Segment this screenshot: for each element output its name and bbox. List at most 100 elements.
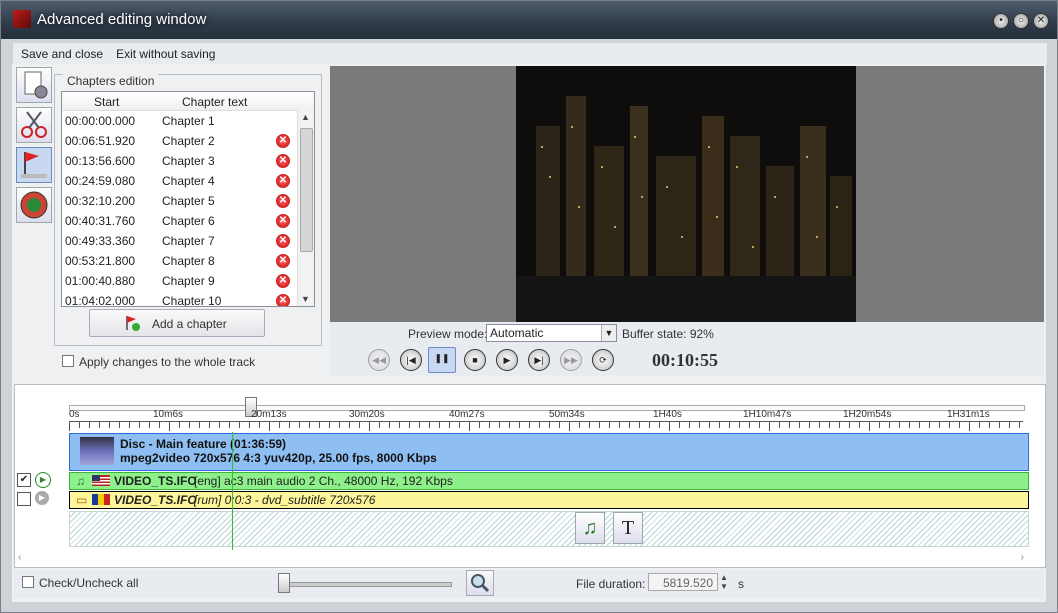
chapter-row[interactable]: 00:49:33.360 Chapter 7 ✕ [62, 231, 314, 251]
file-duration-input[interactable]: 5819.520 [648, 573, 718, 591]
audio-track[interactable]: ♫ VIDEO_TS.IFO [eng] ac3 main audio 2 Ch… [69, 472, 1029, 490]
checkbox-icon[interactable] [22, 576, 34, 588]
tick-mark [189, 422, 190, 428]
duration-spinner[interactable]: ▲ ▼ [720, 573, 730, 591]
scroll-up-icon[interactable]: ▲ [301, 112, 310, 122]
stop-button[interactable]: ■ [464, 349, 486, 371]
cut-tool-button[interactable] [16, 107, 52, 143]
file-duration-label: File duration: [576, 577, 646, 591]
add-subtitle-track-button[interactable]: T [613, 512, 643, 544]
menu-save-and-close[interactable]: Save and close [13, 43, 108, 61]
scrollbar-thumb[interactable] [300, 128, 313, 252]
tick-mark [529, 422, 530, 428]
delete-chapter-icon[interactable]: ✕ [276, 274, 290, 288]
minimize-button[interactable]: • [993, 13, 1009, 29]
tick-mark [269, 422, 270, 431]
tick-mark [669, 422, 670, 431]
tick-mark [909, 422, 910, 428]
timeline-panel: 0s 10m6s 20m13s 30m20s 40m27s 50m34s 1H4… [14, 384, 1046, 568]
check-uncheck-all[interactable]: Check/Uncheck all [22, 576, 138, 590]
tick-mark [579, 422, 580, 428]
tool-panel [14, 67, 54, 227]
tick-mark [979, 422, 980, 428]
zoom-button[interactable] [466, 570, 494, 596]
chapter-row[interactable]: 00:13:56.600 Chapter 3 ✕ [62, 151, 314, 171]
delete-chapter-icon[interactable]: ✕ [276, 294, 290, 306]
chapter-row[interactable]: 01:00:40.880 Chapter 9 ✕ [62, 271, 314, 291]
tick-mark [999, 422, 1000, 428]
column-header-chapter-text[interactable]: Chapter text [182, 95, 247, 109]
chapter-row[interactable]: 00:00:00.000 Chapter 1 [62, 111, 314, 131]
delete-chapter-icon[interactable]: ✕ [276, 194, 290, 208]
scroll-down-icon[interactable]: ▼ [301, 294, 310, 304]
delete-chapter-icon[interactable]: ✕ [276, 134, 290, 148]
zoom-slider-thumb[interactable] [278, 573, 290, 593]
delete-chapter-icon[interactable]: ✕ [276, 154, 290, 168]
tick-mark [819, 422, 820, 428]
audio-play-icon[interactable]: ▶ [35, 472, 51, 488]
tick-mark [599, 422, 600, 428]
chevron-down-icon[interactable]: ▼ [601, 325, 616, 341]
delete-chapter-icon[interactable]: ✕ [276, 234, 290, 248]
apply-whole-track-checkbox[interactable]: Apply changes to the whole track [62, 355, 255, 369]
tick-mark [389, 422, 390, 428]
delete-chapter-icon[interactable]: ✕ [276, 214, 290, 228]
video-track[interactable]: Disc - Main feature (01:36:59) mpeg2vide… [69, 433, 1029, 471]
tick-mark [899, 422, 900, 428]
tick-label: 1H31m1s [947, 409, 990, 420]
close-button[interactable]: ✕ [1033, 13, 1049, 29]
preview-mode-select[interactable]: Automatic ▼ [486, 324, 617, 342]
chapters-scrollbar[interactable]: ▲ ▼ [297, 110, 314, 306]
tick-mark [589, 422, 590, 428]
chapter-row[interactable]: 00:06:51.920 Chapter 2 ✕ [62, 131, 314, 151]
tick-mark [559, 422, 560, 428]
chapters-tool-button[interactable] [16, 147, 52, 183]
playback-controls: ◀◀ |◀ ❚❚ ■ ▶ ▶| ▶▶ ⟳ 00:10:55 [330, 344, 1044, 376]
zoom-slider[interactable] [286, 582, 452, 587]
column-header-start[interactable]: Start [94, 95, 119, 109]
maximize-button[interactable]: ○ [1013, 13, 1029, 29]
subtitle-track[interactable]: ▭ VIDEO_TS.IFO [rum] 0:0:3 - dvd_subtitl… [69, 491, 1029, 509]
tick-mark [179, 422, 180, 428]
play-button[interactable]: ▶ [496, 349, 518, 371]
pause-button[interactable]: ❚❚ [428, 347, 456, 373]
subtitle-file-name: VIDEO_TS.IFO [114, 493, 197, 507]
delete-chapter-icon[interactable]: ✕ [276, 174, 290, 188]
tick-mark [459, 422, 460, 428]
subtitle-icon: ▭ [76, 493, 88, 507]
properties-tool-button[interactable] [16, 67, 52, 103]
fast-forward-button[interactable]: ▶▶ [560, 349, 582, 371]
music-note-icon: ♫ [76, 474, 85, 488]
tick-mark [259, 422, 260, 428]
audio-track-checkbox[interactable]: ✔ [17, 473, 31, 487]
chapter-row[interactable]: 00:40:31.760 Chapter 6 ✕ [62, 211, 314, 231]
app-logo-icon [13, 10, 31, 28]
subtitle-track-checkbox[interactable] [17, 492, 31, 506]
scroll-left-icon[interactable]: ‹ [18, 552, 21, 563]
subtitle-play-icon[interactable]: ▶ [35, 491, 49, 505]
tick-mark [199, 422, 200, 428]
chapter-row[interactable]: 00:24:59.080 Chapter 4 ✕ [62, 171, 314, 191]
add-chapter-button[interactable]: Add a chapter [89, 309, 265, 337]
tick-mark [779, 422, 780, 428]
tick-mark [89, 422, 90, 428]
scroll-right-icon[interactable]: › [1021, 552, 1024, 563]
delete-chapter-icon[interactable]: ✕ [276, 254, 290, 268]
tick-mark [469, 422, 470, 431]
next-button[interactable]: ▶| [528, 349, 550, 371]
checkbox-icon[interactable] [62, 355, 74, 367]
time-ruler: 0s 10m6s 20m13s 30m20s 40m27s 50m34s 1H4… [69, 385, 1045, 433]
chapter-row[interactable]: 00:53:21.800 Chapter 8 ✕ [62, 251, 314, 271]
loop-button[interactable]: ⟳ [592, 349, 614, 371]
chapters-list: Start Chapter text 00:00:00.000 Chapter 1… [61, 91, 315, 307]
chapter-row[interactable]: 01:04:02.000 Chapter 10 ✕ [62, 291, 314, 306]
tick-mark [419, 422, 420, 428]
rewind-button[interactable]: ◀◀ [368, 349, 390, 371]
menu-exit-without-saving[interactable]: Exit without saving [108, 43, 220, 61]
timeline-hscroll[interactable]: ‹ › [14, 552, 1044, 566]
chapter-row[interactable]: 00:32:10.200 Chapter 5 ✕ [62, 191, 314, 211]
add-audio-track-button[interactable]: ♫ [575, 512, 605, 544]
previous-button[interactable]: |◀ [400, 349, 422, 371]
color-tool-button[interactable] [16, 187, 52, 223]
tick-mark [449, 422, 450, 428]
